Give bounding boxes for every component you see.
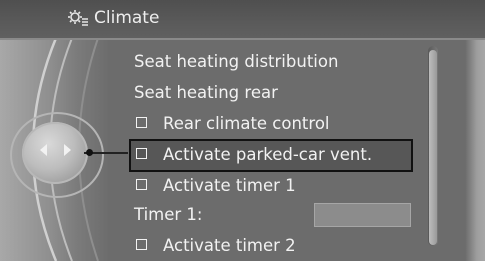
checkbox-activate-parked-car-vent[interactable]: [136, 148, 147, 159]
menu-item-activate-timer-2[interactable]: Activate timer 2: [136, 236, 296, 255]
menu-item-activate-timer-1[interactable]: Activate timer 1: [136, 176, 296, 195]
menu-item-activate-parked-car-vent[interactable]: Activate parked-car vent.: [136, 145, 372, 164]
header-bar: Climate: [0, 0, 485, 40]
page-title: Climate: [94, 8, 160, 28]
menu-item-seat-heating-distribution[interactable]: Seat heating distribution: [134, 52, 338, 71]
menu-item-seat-heating-rear[interactable]: Seat heating rear: [134, 83, 278, 102]
arrow-left-icon: [40, 144, 47, 156]
checkbox-rear-climate-control[interactable]: [136, 117, 147, 128]
timer-1-value-field[interactable]: [314, 203, 411, 227]
scrollbar-thumb[interactable]: [429, 50, 437, 245]
menu-item-rear-climate-control[interactable]: Rear climate control: [136, 114, 330, 133]
checkbox-activate-timer-2[interactable]: [136, 239, 147, 250]
idrive-controller[interactable]: [22, 122, 88, 184]
climate-settings-icon: [68, 10, 88, 26]
arrow-right-icon: [64, 144, 71, 156]
checkbox-activate-timer-1[interactable]: [136, 179, 147, 190]
selection-connector-dot: [86, 149, 93, 156]
menu-item-timer-1[interactable]: Timer 1:: [134, 205, 202, 224]
